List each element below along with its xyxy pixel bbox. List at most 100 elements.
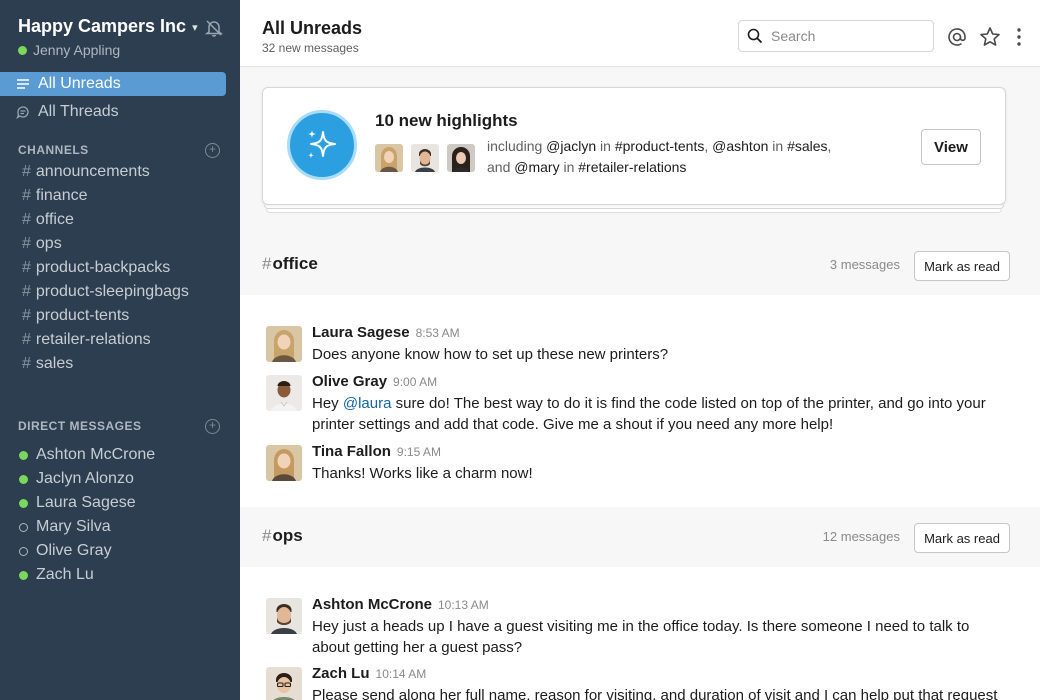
channel-label: finance bbox=[35, 187, 88, 204]
dm-label: Laura Sagese bbox=[36, 494, 136, 511]
sidebar-channel-item[interactable]: # finance bbox=[0, 184, 240, 208]
hash-icon: # bbox=[22, 355, 31, 372]
message-time[interactable]: 10:13 AM bbox=[438, 598, 489, 612]
sidebar-dm-item[interactable]: Zach Lu bbox=[0, 563, 240, 587]
add-channel-icon[interactable]: + bbox=[205, 143, 220, 158]
channel-name[interactable]: #ops bbox=[262, 526, 303, 546]
channel-list: # announcements # finance # office # ops # produc… bbox=[0, 160, 240, 376]
direct-messages-header[interactable]: DIRECT MESSAGES bbox=[18, 419, 142, 433]
channel-label: sales bbox=[35, 355, 74, 372]
channel-name-text: office bbox=[272, 254, 318, 273]
message-author[interactable]: Ashton McCrone 10:13 AM bbox=[312, 596, 489, 613]
sidebar-channel-item[interactable]: # product-sleepingbags bbox=[0, 280, 240, 304]
team-name: Happy Campers Inc bbox=[18, 16, 187, 36]
threads-icon bbox=[16, 106, 29, 119]
sparkle-icon bbox=[287, 110, 357, 180]
team-switcher[interactable]: Happy Campers Inc ▾ bbox=[18, 16, 198, 37]
channel-label: product-tents bbox=[35, 307, 130, 324]
highlights-summary: including @jaclyn in #product-tents, @as… bbox=[487, 136, 867, 178]
nav-label: All Threads bbox=[38, 103, 119, 120]
highlights-card[interactable]: 10 new highlights including @jaclyn in #… bbox=[262, 87, 1006, 205]
card-stack-edge bbox=[266, 209, 1002, 213]
avatar[interactable] bbox=[375, 144, 403, 172]
channel-link[interactable]: #sales bbox=[787, 138, 827, 154]
more-vertical-icon[interactable] bbox=[1008, 26, 1030, 48]
sidebar-dm-item[interactable]: Ashton McCrone bbox=[0, 443, 240, 467]
summary-text: in bbox=[768, 138, 788, 154]
message-author[interactable]: Laura Sagese 8:53 AM bbox=[312, 324, 460, 341]
sidebar-dm-item[interactable]: Laura Sagese bbox=[0, 491, 240, 515]
user-mention-link[interactable]: @ashton bbox=[712, 138, 768, 154]
channel-link[interactable]: #retailer-relations bbox=[578, 159, 686, 175]
nav-all-unreads[interactable]: All Unreads bbox=[0, 72, 226, 96]
dm-label: Zach Lu bbox=[36, 566, 94, 583]
channel-link[interactable]: #product-tents bbox=[615, 138, 705, 154]
list-icon bbox=[17, 79, 29, 89]
user-mention-link[interactable]: @laura bbox=[343, 395, 392, 412]
channel-label: ops bbox=[35, 235, 62, 252]
message-author[interactable]: Olive Gray 9:00 AM bbox=[312, 373, 437, 390]
author-name: Zach Lu bbox=[312, 665, 370, 682]
sidebar-channel-item[interactable]: # sales bbox=[0, 352, 240, 376]
nav-label: All Unreads bbox=[38, 75, 121, 92]
channel-name[interactable]: #office bbox=[262, 254, 318, 274]
message-author[interactable]: Zach Lu 10:14 AM bbox=[312, 665, 426, 682]
channel-label: product-sleepingbags bbox=[35, 283, 189, 300]
sidebar-channel-item[interactable]: # announcements bbox=[0, 160, 240, 184]
avatar[interactable] bbox=[266, 667, 302, 700]
message-time[interactable]: 9:15 AM bbox=[397, 445, 441, 459]
avatar[interactable] bbox=[266, 598, 302, 634]
message-text: Does anyone know how to set up these new… bbox=[312, 346, 669, 363]
header: All Unreads 32 new messages bbox=[240, 0, 1040, 67]
sidebar-channel-item[interactable]: # retailer-relations bbox=[0, 328, 240, 352]
message-time[interactable]: 10:14 AM bbox=[376, 667, 427, 681]
user-mention-link[interactable]: @jaclyn bbox=[546, 138, 596, 154]
presence-away-icon bbox=[19, 522, 28, 532]
avatar[interactable] bbox=[266, 326, 302, 362]
avatar[interactable] bbox=[411, 144, 439, 172]
summary-text: , bbox=[827, 138, 832, 154]
channel-section-header: #office 3 messages Mark as read bbox=[240, 235, 1040, 295]
search-input[interactable] bbox=[771, 28, 921, 44]
mark-as-read-button[interactable]: Mark as read bbox=[914, 251, 1010, 281]
sidebar-channel-item[interactable]: # product-backpacks bbox=[0, 256, 240, 280]
sidebar-dm-item[interactable]: Olive Gray bbox=[0, 539, 240, 563]
unreads-feed: 10 new highlights including @jaclyn in #… bbox=[240, 67, 1040, 700]
bell-off-icon[interactable] bbox=[204, 18, 224, 38]
avatar[interactable] bbox=[266, 445, 302, 481]
search-box[interactable] bbox=[738, 20, 934, 52]
message-author[interactable]: Tina Fallon 9:15 AM bbox=[312, 443, 441, 460]
message-time[interactable]: 9:00 AM bbox=[393, 375, 437, 389]
dm-label: Mary Silva bbox=[36, 518, 111, 535]
channels-header[interactable]: CHANNELS bbox=[18, 143, 89, 157]
channel-label: office bbox=[35, 211, 74, 228]
view-highlights-button[interactable]: View bbox=[921, 129, 981, 165]
avatar[interactable] bbox=[266, 375, 302, 411]
summary-text: , bbox=[704, 138, 713, 154]
user-mention-link[interactable]: @mary bbox=[514, 159, 559, 175]
sidebar: Happy Campers Inc ▾ Jenny Appling All Un… bbox=[0, 0, 240, 700]
highlights-line: including @jaclyn in #product-tents, @as… bbox=[487, 136, 867, 157]
message-count: 12 messages bbox=[822, 529, 900, 544]
add-dm-icon[interactable]: + bbox=[205, 419, 220, 434]
highlights-line: and @mary in #retailer-relations bbox=[487, 157, 867, 178]
sidebar-channel-item[interactable]: # product-tents bbox=[0, 304, 240, 328]
summary-text: and bbox=[487, 159, 515, 175]
nav-all-threads[interactable]: All Threads bbox=[0, 100, 226, 124]
sidebar-channel-item[interactable]: # ops bbox=[0, 232, 240, 256]
dm-label: Jaclyn Alonzo bbox=[36, 470, 134, 487]
sidebar-dm-item[interactable]: Mary Silva bbox=[0, 515, 240, 539]
message-text: Hey just a heads up I have a guest visit… bbox=[312, 618, 970, 656]
hash-icon: # bbox=[22, 187, 31, 204]
avatar[interactable] bbox=[447, 144, 475, 172]
search-icon bbox=[747, 28, 763, 44]
mentions-icon[interactable] bbox=[946, 26, 968, 48]
hash-icon: # bbox=[22, 259, 31, 276]
sidebar-dm-item[interactable]: Jaclyn Alonzo bbox=[0, 467, 240, 491]
star-icon[interactable] bbox=[979, 26, 1001, 48]
sidebar-channel-item[interactable]: # office bbox=[0, 208, 240, 232]
mark-as-read-button[interactable]: Mark as read bbox=[914, 523, 1010, 553]
message-time[interactable]: 8:53 AM bbox=[416, 326, 460, 340]
card-stack-edge bbox=[264, 205, 1004, 209]
hash-icon: # bbox=[22, 163, 31, 180]
